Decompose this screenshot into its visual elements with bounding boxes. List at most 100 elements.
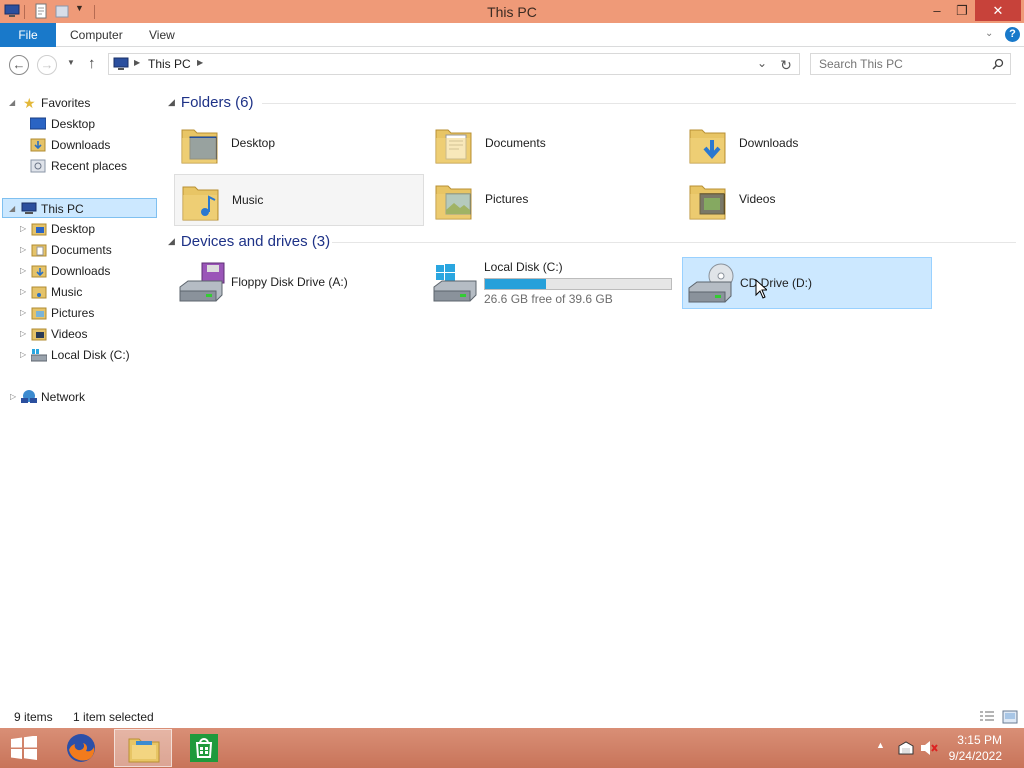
- folder-tile-documents[interactable]: Documents: [428, 118, 678, 170]
- search-input[interactable]: [819, 54, 989, 74]
- tree-label: Favorites: [41, 96, 91, 110]
- file-explorer-icon: [128, 738, 160, 763]
- close-button[interactable]: ✕: [975, 0, 1021, 21]
- tree-label: Desktop: [51, 117, 96, 131]
- restore-button[interactable]: ❐: [947, 0, 977, 21]
- drive-name: CD Drive (D:): [740, 276, 812, 290]
- drive-tile-cd[interactable]: CD Drive (D:): [682, 257, 932, 309]
- collapse-arrow-icon[interactable]: ◢: [9, 199, 15, 219]
- tree-label: This PC: [41, 202, 84, 216]
- expand-arrow-icon[interactable]: ▷: [20, 261, 26, 281]
- tree-label: Network: [41, 390, 86, 404]
- expand-arrow-icon[interactable]: ▷: [20, 240, 26, 260]
- details-view-icon[interactable]: [979, 710, 995, 724]
- tree-item-recent-places[interactable]: Recent places: [30, 156, 158, 176]
- expand-arrow-icon[interactable]: ▷: [20, 282, 26, 302]
- tree-item-local-disk[interactable]: ▷ Local Disk (C:): [20, 345, 158, 365]
- drive-tile-floppy[interactable]: Floppy Disk Drive (A:): [174, 257, 424, 309]
- folder-name: Pictures: [485, 192, 529, 206]
- folder-icon: [31, 244, 47, 257]
- folder-name: Music: [232, 193, 264, 207]
- drive-icon: [31, 349, 47, 362]
- tree-item-documents[interactable]: ▷ Documents: [20, 240, 158, 260]
- folder-icon: [31, 307, 47, 320]
- selection-count: 1 item selected: [73, 710, 154, 724]
- taskbar-store[interactable]: [176, 729, 234, 767]
- tab-file[interactable]: File: [0, 23, 56, 47]
- tree-item-music[interactable]: ▷ Music: [20, 282, 158, 302]
- tree-label: Recent places: [51, 159, 128, 173]
- expand-arrow-icon[interactable]: ▷: [20, 324, 26, 344]
- taskbar: ▲ 3:15 PM 9/24/2022: [0, 728, 1024, 768]
- breadcrumb-this-pc[interactable]: This PC: [148, 57, 191, 71]
- collapse-arrow-icon[interactable]: ◢: [168, 236, 175, 246]
- folder-name: Videos: [739, 192, 776, 206]
- forward-button[interactable]: →: [37, 55, 57, 75]
- computer-icon: [21, 202, 37, 214]
- up-button[interactable]: ↑: [88, 55, 96, 72]
- system-clock[interactable]: 3:15 PM 9/24/2022: [949, 732, 1002, 764]
- music-folder-icon: [182, 186, 219, 221]
- refresh-icon[interactable]: ↻: [776, 55, 796, 75]
- tree-label: Local Disk (C:): [51, 348, 130, 362]
- group-divider: [262, 103, 1016, 104]
- help-icon[interactable]: ?: [1005, 27, 1020, 42]
- folder-tile-music[interactable]: Music: [174, 174, 424, 226]
- tab-view[interactable]: View: [137, 23, 187, 47]
- devices-group-header[interactable]: ◢ Devices and drives (3): [168, 233, 330, 253]
- expand-arrow-icon[interactable]: ▷: [20, 345, 26, 365]
- back-button[interactable]: ←: [9, 55, 29, 75]
- tab-computer[interactable]: Computer: [58, 23, 135, 47]
- taskbar-firefox[interactable]: [52, 729, 110, 767]
- show-hidden-icons-icon[interactable]: ▲: [876, 740, 892, 756]
- drive-tile-local-disk[interactable]: Local Disk (C:) 26.6 GB free of 39.6 GB: [428, 257, 678, 309]
- cd-drive-icon: [688, 263, 734, 303]
- tree-item-pictures[interactable]: ▷ Pictures: [20, 303, 158, 323]
- search-icon[interactable]: [992, 58, 1004, 70]
- navigation-pane: ◢ ★ Favorites Desktop Downloads Recent p…: [0, 90, 162, 410]
- expand-ribbon-icon[interactable]: ⌄: [985, 28, 993, 39]
- search-box[interactable]: [810, 53, 1011, 75]
- folder-tile-videos[interactable]: Videos: [682, 174, 932, 226]
- breadcrumb-chevron-icon[interactable]: ▶: [134, 58, 140, 67]
- action-center-icon[interactable]: [897, 740, 915, 756]
- expand-arrow-icon[interactable]: ▷: [20, 303, 26, 323]
- ribbon-tabs: File Computer View ⌄ ?: [0, 23, 1024, 47]
- folder-tile-pictures[interactable]: Pictures: [428, 174, 678, 226]
- folders-group-header[interactable]: ◢ Folders (6): [168, 94, 253, 114]
- folder-name: Desktop: [231, 136, 276, 150]
- tree-this-pc[interactable]: ◢ This PC: [2, 198, 157, 218]
- tree-item-downloads[interactable]: Downloads: [30, 135, 158, 155]
- expand-arrow-icon[interactable]: ▷: [20, 219, 26, 239]
- collapse-arrow-icon[interactable]: ◢: [168, 97, 175, 107]
- drive-name: Floppy Disk Drive (A:): [231, 275, 348, 289]
- tree-network[interactable]: ▷ Network: [8, 387, 158, 407]
- desktop-icon: [30, 117, 46, 130]
- large-icons-view-icon[interactable]: [1002, 710, 1018, 724]
- address-dropdown-icon[interactable]: ⌄: [757, 56, 767, 70]
- videos-folder-icon: [689, 185, 726, 220]
- breadcrumb-chevron-icon[interactable]: ▶: [197, 58, 203, 67]
- desktop-folder-icon: [181, 129, 218, 164]
- address-bar[interactable]: ▶ This PC ▶ ⌄: [108, 53, 800, 75]
- drive-usage-fill: [485, 279, 547, 289]
- folder-tile-desktop[interactable]: Desktop: [174, 118, 424, 170]
- folder-tile-downloads[interactable]: Downloads: [682, 118, 932, 170]
- tree-favorites[interactable]: ◢ ★ Favorites: [8, 93, 158, 113]
- downloads-icon: [30, 138, 46, 152]
- windows-start-icon[interactable]: [10, 736, 38, 760]
- tree-item-desktop[interactable]: ▷ Desktop: [20, 219, 158, 239]
- volume-muted-icon[interactable]: [920, 740, 938, 756]
- collapse-arrow-icon[interactable]: ◢: [9, 93, 15, 113]
- tree-label: Videos: [51, 327, 88, 341]
- tree-item-downloads[interactable]: ▷ Downloads: [20, 261, 158, 281]
- star-icon: ★: [23, 95, 36, 111]
- tree-label: Pictures: [51, 306, 95, 320]
- folder-icon: [31, 223, 47, 236]
- tree-item-videos[interactable]: ▷ Videos: [20, 324, 158, 344]
- expand-arrow-icon[interactable]: ▷: [10, 387, 16, 407]
- store-icon: [190, 734, 218, 762]
- taskbar-file-explorer[interactable]: [114, 729, 172, 767]
- tree-item-desktop[interactable]: Desktop: [30, 114, 158, 134]
- recent-locations-icon[interactable]: ▼: [67, 58, 75, 67]
